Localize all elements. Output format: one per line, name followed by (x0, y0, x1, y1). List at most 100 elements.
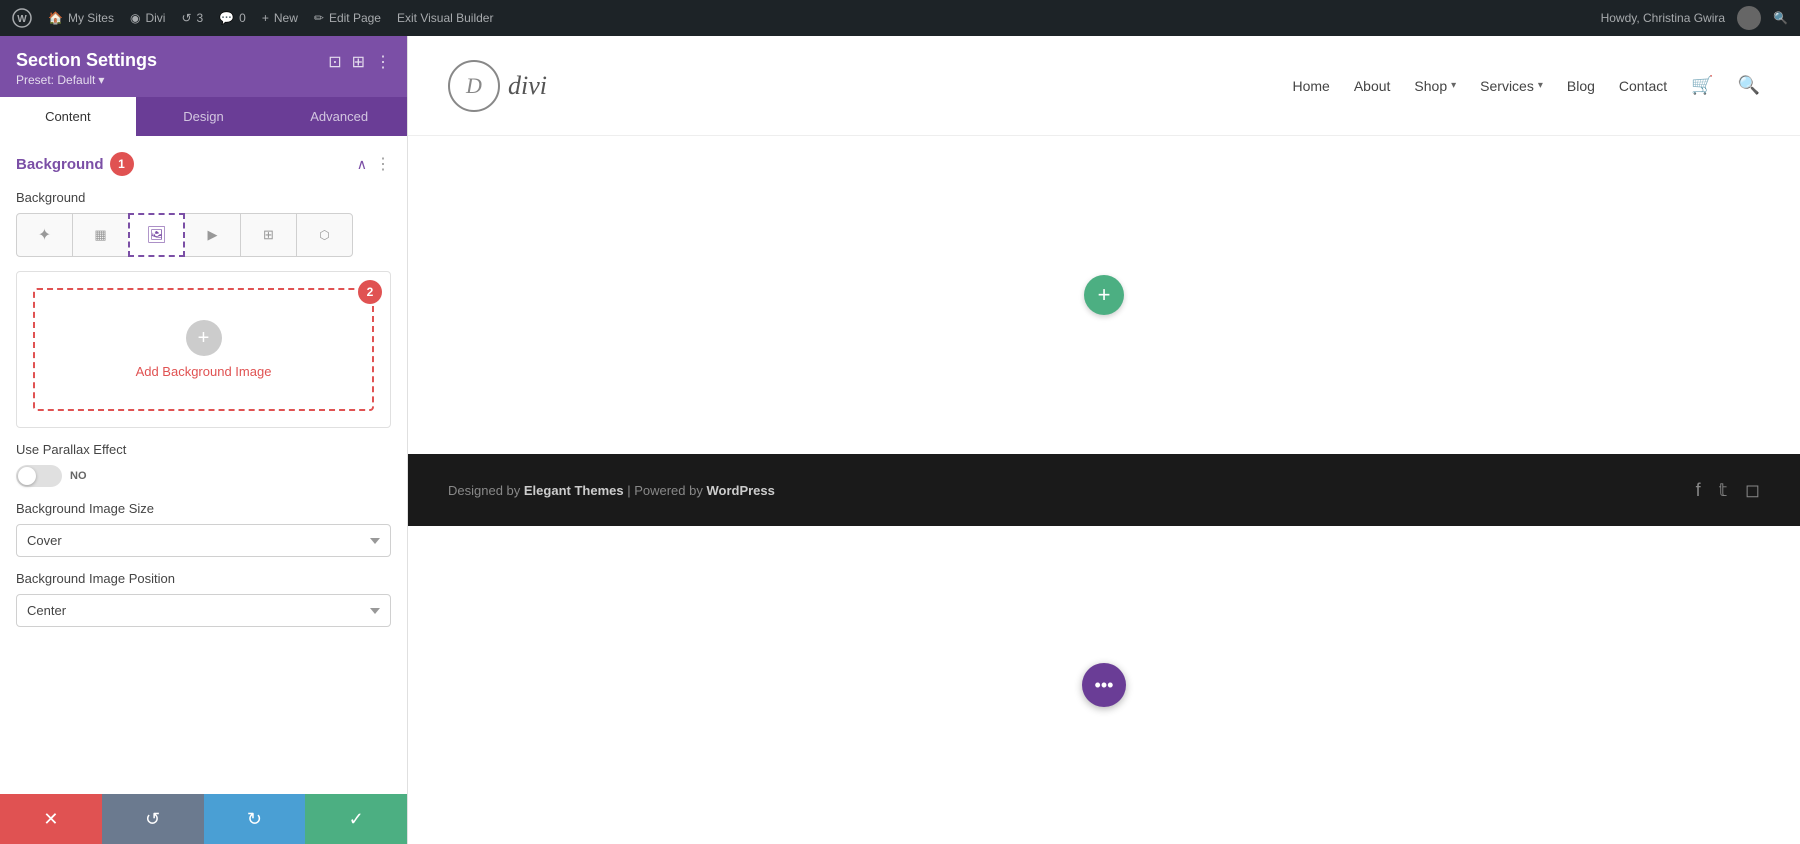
site-nav: D divi Home About Shop ▾ Services ▾ (408, 36, 1800, 136)
panel-title-group: Section Settings Preset: Default ▾ (16, 50, 157, 87)
add-section-button[interactable]: + (1084, 275, 1124, 315)
gradient-icon: ▦ (94, 227, 106, 243)
menu-item-blog[interactable]: Blog (1567, 78, 1595, 94)
section-settings-panel: Section Settings Preset: Default ▾ ⊡ ⊞ ⋮… (0, 36, 408, 844)
image-position-field-group: Background Image Position Center Top Lef… (0, 571, 407, 641)
background-section: Background 1 ∧ ⋮ Background ✦ (0, 136, 407, 428)
undo-icon: ↺ (145, 809, 160, 830)
parallax-field-group: Use Parallax Effect NO (0, 442, 407, 501)
menu-item-about[interactable]: About (1354, 78, 1391, 94)
shop-dropdown-icon: ▾ (1451, 80, 1456, 91)
footer-text: Designed by Elegant Themes | Powered by … (448, 483, 775, 498)
bg-type-pattern[interactable]: ⊞ (240, 213, 297, 257)
more-options-icon[interactable]: ⋮ (375, 52, 391, 72)
mask-icon: ⬡ (319, 228, 329, 242)
site-logo: D divi (448, 60, 547, 112)
save-icon: ✓ (349, 809, 364, 830)
twitter-icon[interactable]: 𝕥 (1719, 480, 1727, 501)
bg-type-color[interactable]: ✦ (16, 213, 73, 257)
image-upload-target[interactable]: 2 + Add Background Image (33, 288, 374, 411)
panel-header-icons: ⊡ ⊞ ⋮ (328, 52, 391, 72)
parallax-label: Use Parallax Effect (16, 442, 391, 457)
image-upload-box: 2 + Add Background Image (16, 271, 391, 428)
image-size-select[interactable]: Cover Contain Auto (16, 524, 391, 557)
empty-section: + (408, 136, 1800, 454)
image-position-select[interactable]: Center Top Left Top Center Top Right Bot… (16, 594, 391, 627)
howdy-text: Howdy, Christina Gwira (1601, 11, 1725, 25)
redo-button[interactable]: ↻ (204, 794, 306, 844)
add-image-plus-icon: + (186, 320, 222, 356)
background-field-label: Background (16, 190, 391, 205)
panel-title: Section Settings (16, 50, 157, 71)
section-header-right: ∧ ⋮ (357, 154, 391, 174)
bottom-toolbar: ✕ ↺ ↻ ✓ (0, 794, 407, 844)
expand-icon[interactable]: ⊞ (352, 52, 365, 72)
site-menu: Home About Shop ▾ Services ▾ Blog Contac (1292, 75, 1760, 96)
cart-icon[interactable]: 🛒 (1691, 75, 1713, 96)
color-icon: ✦ (38, 225, 51, 245)
pencil-icon: ✏ (314, 11, 324, 25)
redo-icon: ↻ (247, 809, 262, 830)
section-title-row: Background 1 (16, 152, 134, 176)
plus-icon: + (262, 11, 269, 25)
main-layout: Section Settings Preset: Default ▾ ⊡ ⊞ ⋮… (0, 36, 1800, 844)
edit-page-btn[interactable]: ✏ Edit Page (314, 11, 381, 25)
bg-type-image[interactable]: 🖼 (128, 213, 185, 257)
admin-bar: W 🏠 My Sites ◉ Divi ↺ 3 💬 0 + New ✏ Edit… (0, 0, 1800, 36)
wp-logo[interactable]: W (12, 8, 32, 28)
panel-tabs: Content Design Advanced (0, 97, 407, 136)
pattern-icon: ⊞ (263, 227, 274, 243)
menu-item-home[interactable]: Home (1292, 78, 1329, 94)
comments-btn[interactable]: 💬 0 (219, 11, 246, 25)
exit-builder-btn[interactable]: Exit Visual Builder (397, 11, 494, 25)
facebook-icon[interactable]: f (1696, 480, 1701, 501)
site-extra-area: ••• (408, 526, 1800, 844)
services-dropdown-icon: ▾ (1538, 80, 1543, 91)
image-position-label: Background Image Position (16, 571, 391, 586)
video-icon: ▶ (208, 227, 218, 243)
avatar (1737, 6, 1761, 30)
toggle-knob (18, 467, 36, 485)
admin-search-icon[interactable]: 🔍 (1773, 11, 1788, 25)
menu-item-contact[interactable]: Contact (1619, 78, 1667, 94)
badge-2: 2 (358, 280, 382, 304)
collapse-icon[interactable]: ∧ (357, 156, 367, 173)
new-btn[interactable]: + New (262, 11, 298, 25)
tab-design[interactable]: Design (136, 97, 272, 136)
instagram-icon[interactable]: ◻ (1745, 480, 1760, 501)
floating-action-button[interactable]: ••• (1082, 663, 1126, 707)
add-image-label: Add Background Image (136, 364, 272, 379)
section-header: Background 1 ∧ ⋮ (16, 152, 391, 176)
counter-btn[interactable]: ↺ 3 (181, 11, 203, 25)
comment-icon: 💬 (219, 11, 234, 25)
bg-type-mask[interactable]: ⬡ (296, 213, 353, 257)
logo-circle: D (448, 60, 500, 112)
menu-item-shop[interactable]: Shop ▾ (1414, 78, 1456, 94)
svg-text:W: W (17, 14, 27, 25)
parallax-toggle[interactable] (16, 465, 62, 487)
bg-type-video[interactable]: ▶ (184, 213, 241, 257)
search-icon[interactable]: 🔍 (1738, 75, 1760, 96)
undo-button[interactable]: ↺ (102, 794, 204, 844)
divi-btn[interactable]: ◉ Divi (130, 11, 165, 25)
background-field-row: Background ✦ ▦ 🖼 ▶ (16, 190, 391, 257)
site-footer: Designed by Elegant Themes | Powered by … (408, 454, 1800, 526)
sites-icon: 🏠 (48, 11, 63, 25)
site-preview: D divi Home About Shop ▾ Services ▾ (408, 36, 1800, 844)
my-sites-btn[interactable]: 🏠 My Sites (48, 11, 114, 25)
cancel-button[interactable]: ✕ (0, 794, 102, 844)
footer-social: f 𝕥 ◻ (1696, 480, 1760, 501)
parallax-value: NO (70, 470, 87, 482)
menu-item-services[interactable]: Services ▾ (1480, 78, 1543, 94)
bg-type-gradient[interactable]: ▦ (72, 213, 129, 257)
tab-content[interactable]: Content (0, 97, 136, 136)
save-button[interactable]: ✓ (305, 794, 407, 844)
minimize-icon[interactable]: ⊡ (328, 52, 341, 72)
section-menu-icon[interactable]: ⋮ (375, 154, 391, 174)
cancel-icon: ✕ (43, 809, 58, 830)
tab-advanced[interactable]: Advanced (271, 97, 407, 136)
divi-icon: ◉ (130, 11, 140, 25)
bg-type-row: ✦ ▦ 🖼 ▶ ⊞ (16, 213, 391, 257)
badge-1: 1 (110, 152, 134, 176)
toggle-row: NO (16, 465, 391, 487)
